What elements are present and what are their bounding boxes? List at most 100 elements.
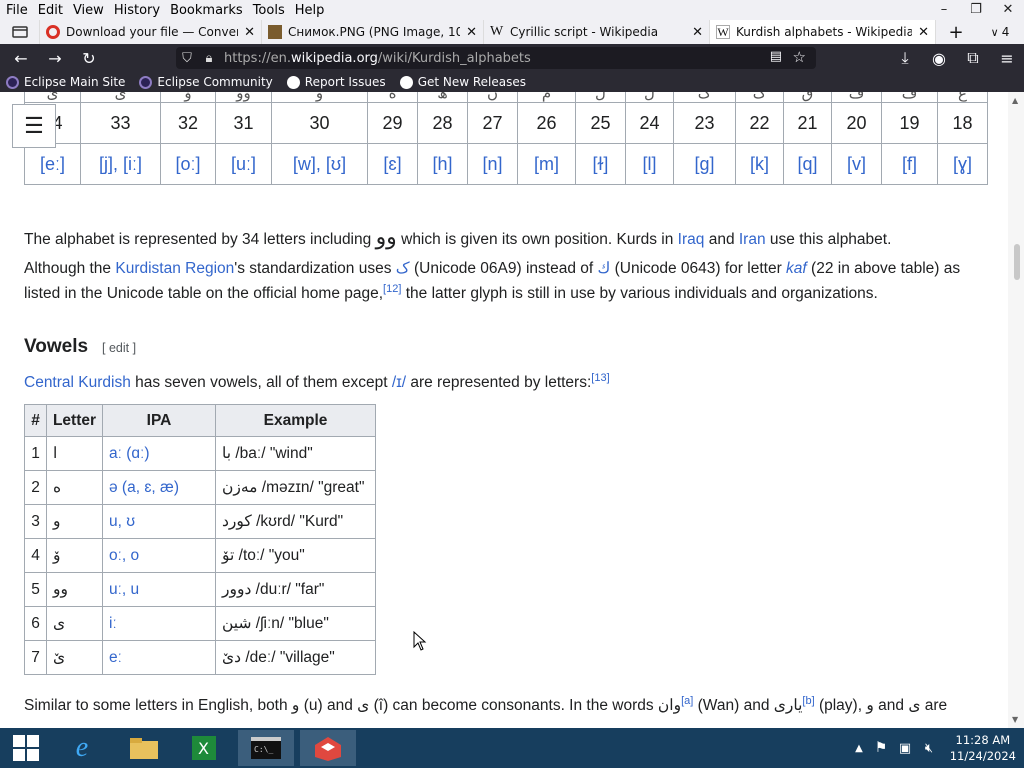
tab-kurdish-alphabets[interactable]: W Kurdish alphabets - Wikipedia ✕ (710, 20, 936, 44)
link-glyph-kaf[interactable]: ك (598, 260, 611, 277)
table-row: 4 ۆ oː, o تۆ /toː/ "you" (24, 538, 376, 573)
ipa-cell[interactable]: [j], [iː] (80, 143, 161, 185)
volume-muted-icon[interactable]: 🔇︎ (920, 730, 938, 766)
ipa-cell[interactable]: oː, o (102, 538, 216, 573)
close-tab-icon[interactable]: ✕ (692, 25, 703, 40)
taskbar-internet-explorer[interactable]: e (60, 730, 104, 766)
menu-help[interactable]: Help (291, 3, 329, 18)
table-of-contents-button[interactable]: ☰ (12, 104, 56, 148)
bookmark-star-icon[interactable]: ☆ (793, 48, 806, 66)
network-icon[interactable]: ▣ (896, 730, 914, 766)
ipa-cell[interactable]: [q] (783, 143, 832, 185)
ipa-cell[interactable]: aː (ɑː) (102, 436, 216, 471)
bookmark-get-new-releases[interactable]: Get New Releases (399, 75, 526, 89)
ipa-cell[interactable]: [l] (625, 143, 674, 185)
ipa-cell[interactable]: uː, u (102, 572, 216, 607)
menu-bookmarks[interactable]: Bookmarks (166, 3, 247, 18)
reference-12[interactable]: [12] (383, 283, 401, 295)
lock-icon[interactable]: 🔒︎ (198, 51, 220, 66)
close-window-button[interactable]: ✕ (992, 0, 1024, 20)
taskbar-command-prompt[interactable]: C:\_ (238, 730, 294, 766)
action-center-flag-icon[interactable]: ⚑ (872, 730, 890, 766)
link-ipa-i[interactable]: /ɪ/ (392, 374, 406, 391)
restore-button[interactable]: ❐ (960, 0, 992, 20)
ipa-cell[interactable]: [oː] (160, 143, 216, 185)
list-all-tabs-button[interactable]: ∨ 4 (976, 20, 1024, 44)
menu-edit[interactable]: Edit (34, 3, 67, 18)
link-iraq[interactable]: Iraq (678, 231, 705, 248)
link-central-kurdish[interactable]: Central Kurdish (24, 374, 131, 391)
reader-view-icon[interactable]: ▤ (770, 49, 782, 64)
number-cell: 32 (160, 102, 216, 144)
reload-button[interactable]: ↻ (72, 44, 106, 72)
ipa-cell[interactable]: ə (a, ɛ, æ) (102, 470, 216, 505)
link-iran[interactable]: Iran (739, 231, 766, 248)
ipa-cell[interactable]: [m] (517, 143, 576, 185)
arabic-glyph: و (866, 697, 874, 714)
bookmark-eclipse-main-site[interactable]: Eclipse Main Site (6, 75, 125, 89)
ipa-cell[interactable]: [w], [ʊ] (271, 143, 368, 185)
forward-button[interactable]: → (38, 44, 72, 72)
url-bar[interactable]: ⛉ 🔒︎ https://en.wikipedia.org/wiki/Kurdi… (176, 47, 816, 69)
ipa-cell[interactable]: [g] (673, 143, 736, 185)
tracking-protection-shield-icon[interactable]: ⛉ (176, 51, 198, 66)
app-menu-button[interactable]: ≡ (990, 44, 1024, 72)
account-button[interactable]: ◉ (922, 44, 956, 72)
link-kaf[interactable]: kaf (786, 260, 807, 277)
ipa-cell[interactable]: [k] (735, 143, 784, 185)
page-scrollbar[interactable]: ▲ ▼ (1008, 92, 1024, 728)
letter-cell: ڤ (831, 92, 882, 103)
scrollbar-thumb[interactable] (1014, 244, 1020, 280)
number-cell: 30 (271, 102, 368, 144)
ipa-cell[interactable]: [eː] (24, 143, 81, 185)
menu-file[interactable]: File (2, 3, 32, 18)
close-tab-icon[interactable]: ✕ (244, 25, 255, 40)
note-b[interactable]: [b] (802, 695, 814, 707)
example-cell: شین /ʃiːn/ "blue" (215, 606, 376, 641)
ipa-cell[interactable]: iː (102, 606, 216, 641)
downloads-button[interactable]: ⤓ (888, 44, 922, 72)
scroll-up-arrow-icon[interactable]: ▲ (1012, 96, 1018, 105)
new-tab-button[interactable]: + (936, 20, 976, 44)
ipa-cell[interactable]: [ɣ] (937, 143, 988, 185)
ipa-cell[interactable]: [n] (467, 143, 518, 185)
tab-cyrillic-script[interactable]: W Cyrillic script - Wikipedia ✕ (484, 20, 710, 44)
menu-tools[interactable]: Tools (249, 3, 289, 18)
ipa-cell[interactable]: [ɛ] (367, 143, 418, 185)
mouse-cursor-icon (413, 631, 427, 651)
ipa-cell[interactable]: [h] (417, 143, 468, 185)
page-content: ێیۆوووەھنمڵلگکقڤفغ 343332313029282726252… (0, 92, 1008, 728)
close-tab-icon[interactable]: ✕ (918, 25, 929, 40)
scroll-down-arrow-icon[interactable]: ▼ (1012, 715, 1018, 724)
ipa-cell[interactable]: [ɫ] (575, 143, 626, 185)
tab-list-button[interactable] (0, 20, 40, 44)
close-tab-icon[interactable]: ✕ (466, 25, 477, 40)
link-kurdistan-region[interactable]: Kurdistan Region (115, 260, 234, 277)
ipa-cell[interactable]: [uː] (215, 143, 272, 185)
minimize-button[interactable]: – (928, 0, 960, 20)
bookmark-eclipse-community[interactable]: Eclipse Community (139, 75, 273, 89)
taskbar-file-explorer[interactable] (122, 730, 166, 766)
taskbar-app-red[interactable] (300, 730, 356, 766)
back-button[interactable]: ← (4, 44, 38, 72)
taskbar-clock[interactable]: 11:28 AM 11/24/2024 (950, 732, 1016, 764)
note-a[interactable]: [a] (681, 695, 693, 707)
start-button[interactable] (4, 730, 48, 766)
tab-download-file[interactable]: Download your file — Converti ✕ (40, 20, 262, 44)
forward-arrow-icon: → (48, 48, 62, 68)
menu-history[interactable]: History (110, 3, 164, 18)
ipa-cell[interactable]: [v] (831, 143, 882, 185)
number-cell: 20 (831, 102, 882, 144)
menu-view[interactable]: View (69, 3, 108, 18)
edit-section-link[interactable]: [ edit ] (102, 341, 136, 355)
tab-image[interactable]: Снимок.PNG (PNG Image, 1026 ✕ (262, 20, 484, 44)
ipa-cell[interactable]: [f] (881, 143, 938, 185)
link-glyph-keheh[interactable]: ک (396, 260, 410, 277)
bookmark-report-issues[interactable]: Report Issues (286, 75, 386, 89)
taskbar-excel[interactable]: X (182, 730, 226, 766)
reference-13[interactable]: [13] (591, 372, 609, 384)
ipa-cell[interactable]: eː (102, 640, 216, 675)
ipa-cell[interactable]: u, ʊ (102, 504, 216, 539)
extensions-button[interactable]: ⧉ (956, 44, 990, 72)
show-hidden-icons-button[interactable]: ▲ (852, 730, 866, 766)
